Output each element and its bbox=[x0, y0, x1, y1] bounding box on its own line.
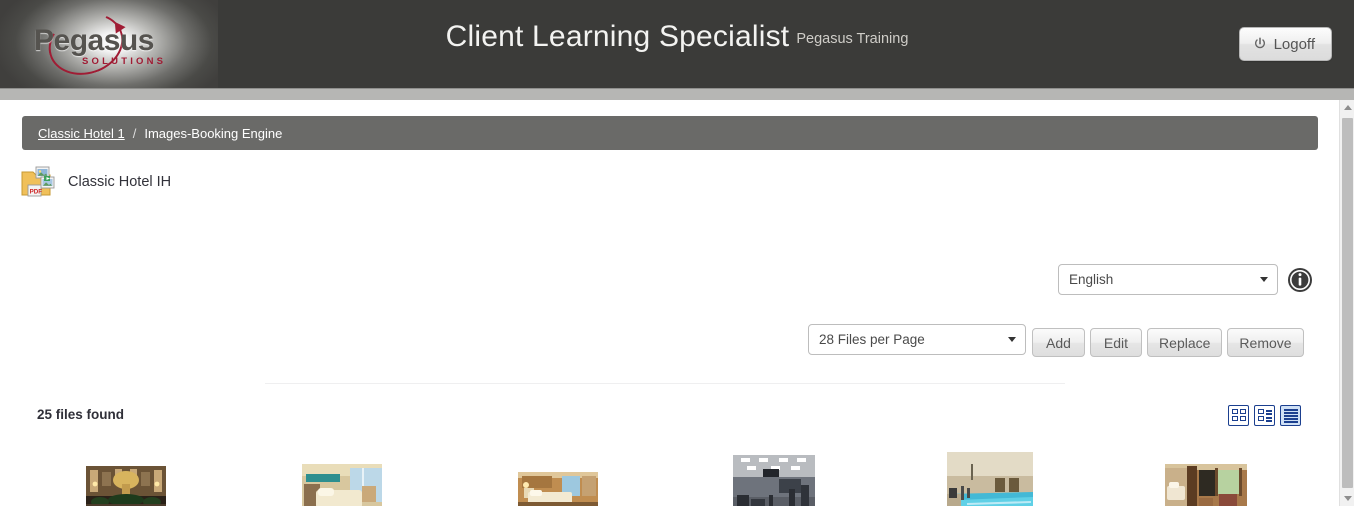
language-select[interactable]: English bbox=[1058, 264, 1278, 295]
file-item: Exterior view bbox=[41, 455, 211, 506]
page-title-sub: Pegasus Training bbox=[796, 31, 909, 47]
list-line bbox=[1284, 415, 1298, 417]
main-content: Classic Hotel 1 / Images-Booking Engine … bbox=[0, 100, 1339, 506]
grid-cell bbox=[1240, 409, 1246, 414]
list-line bbox=[1266, 410, 1272, 412]
power-icon bbox=[1254, 37, 1265, 49]
chevron-down-icon bbox=[1008, 337, 1016, 342]
section-divider bbox=[265, 383, 1065, 384]
thumbnail-bedroom-1[interactable] bbox=[302, 464, 382, 506]
thumbnail-wrap bbox=[905, 452, 1075, 506]
page-title: Client Learning Specialist Pegasus Traini… bbox=[0, 20, 1354, 54]
file-item: Suite bbox=[1121, 455, 1291, 506]
view-grid-button[interactable] bbox=[1228, 405, 1249, 426]
view-list-detail-button[interactable] bbox=[1254, 405, 1275, 426]
thumbnail-wrap bbox=[257, 455, 427, 506]
app-header: Pegasus SOLUTIONS Client Learning Specia… bbox=[0, 0, 1354, 88]
thumbnail-suite[interactable] bbox=[1165, 464, 1247, 506]
info-icon[interactable] bbox=[1287, 267, 1313, 293]
list-thumb bbox=[1258, 409, 1264, 414]
svg-text:PDF: PDF bbox=[30, 188, 43, 195]
list-line bbox=[1266, 417, 1272, 419]
list-line bbox=[1284, 418, 1298, 420]
hotel-header-row: PDF Classic Hotel IH bbox=[20, 164, 171, 200]
thumbnail-bedroom-twin[interactable] bbox=[518, 472, 598, 506]
page-title-main: Client Learning Specialist bbox=[445, 20, 790, 53]
edit-button[interactable]: Edit bbox=[1089, 328, 1143, 357]
thumbnail-heated-pool[interactable] bbox=[947, 452, 1033, 506]
header-divider-band bbox=[0, 88, 1354, 100]
thumbnail-exterior-view[interactable] bbox=[86, 466, 166, 506]
files-per-page-value: 28 Files per Page bbox=[819, 332, 925, 347]
language-select-value: English bbox=[1069, 272, 1114, 287]
list-thumb bbox=[1258, 416, 1264, 421]
vertical-scrollbar[interactable] bbox=[1339, 100, 1354, 506]
results-count: 25 files found bbox=[37, 407, 125, 422]
media-folder-icon: PDF bbox=[21, 166, 55, 197]
logo-tagline: SOLUTIONS bbox=[82, 56, 167, 67]
chevron-down-icon bbox=[1260, 277, 1268, 282]
replace-button[interactable]: Replace bbox=[1147, 328, 1223, 357]
list-line bbox=[1284, 412, 1298, 414]
remove-button[interactable]: Remove bbox=[1227, 328, 1304, 357]
list-line bbox=[1266, 413, 1272, 415]
view-list-compact-button[interactable] bbox=[1280, 405, 1301, 426]
view-mode-toggles bbox=[1228, 405, 1301, 426]
scrollbar-thumb[interactable] bbox=[1342, 118, 1353, 488]
thumbnail-fitness[interactable] bbox=[733, 455, 815, 506]
scroll-up-arrow-icon[interactable] bbox=[1340, 100, 1354, 115]
file-item: Fitness bbox=[689, 455, 859, 506]
thumbnail-wrap bbox=[689, 455, 859, 506]
logoff-button[interactable]: Logoff bbox=[1238, 27, 1332, 61]
grid-cell bbox=[1240, 416, 1246, 421]
breadcrumb-current: Images-Booking Engine bbox=[144, 125, 283, 141]
scroll-down-arrow-icon[interactable] bbox=[1340, 491, 1354, 506]
hotel-name-label: Classic Hotel IH bbox=[68, 174, 172, 190]
file-actions-toolbar: Add Edit Replace Remove bbox=[1032, 328, 1304, 357]
list-line bbox=[1284, 409, 1298, 411]
file-item: Heated Pool bbox=[905, 452, 1075, 506]
grid-cell bbox=[1232, 416, 1238, 421]
file-thumbnail-grid: Exterior view Bedroom 1 bbox=[0, 452, 1339, 506]
files-per-page-select[interactable]: 28 Files per Page bbox=[808, 324, 1026, 355]
list-line bbox=[1284, 421, 1298, 423]
thumbnail-wrap bbox=[1121, 455, 1291, 506]
add-button[interactable]: Add bbox=[1032, 328, 1085, 357]
grid-cell bbox=[1232, 409, 1238, 414]
thumbnail-wrap bbox=[473, 455, 643, 506]
breadcrumb-separator: / bbox=[132, 125, 137, 141]
breadcrumb-root-link[interactable]: Classic Hotel 1 bbox=[38, 126, 125, 141]
list-line bbox=[1266, 420, 1272, 422]
thumbnail-wrap bbox=[41, 455, 211, 506]
file-item: Bedroom 1 bbox=[257, 455, 427, 506]
logoff-label: Logoff bbox=[1273, 35, 1315, 53]
breadcrumb: Classic Hotel 1 / Images-Booking Engine bbox=[22, 116, 1318, 150]
file-item: Bedroom Twin bbox=[473, 455, 643, 506]
